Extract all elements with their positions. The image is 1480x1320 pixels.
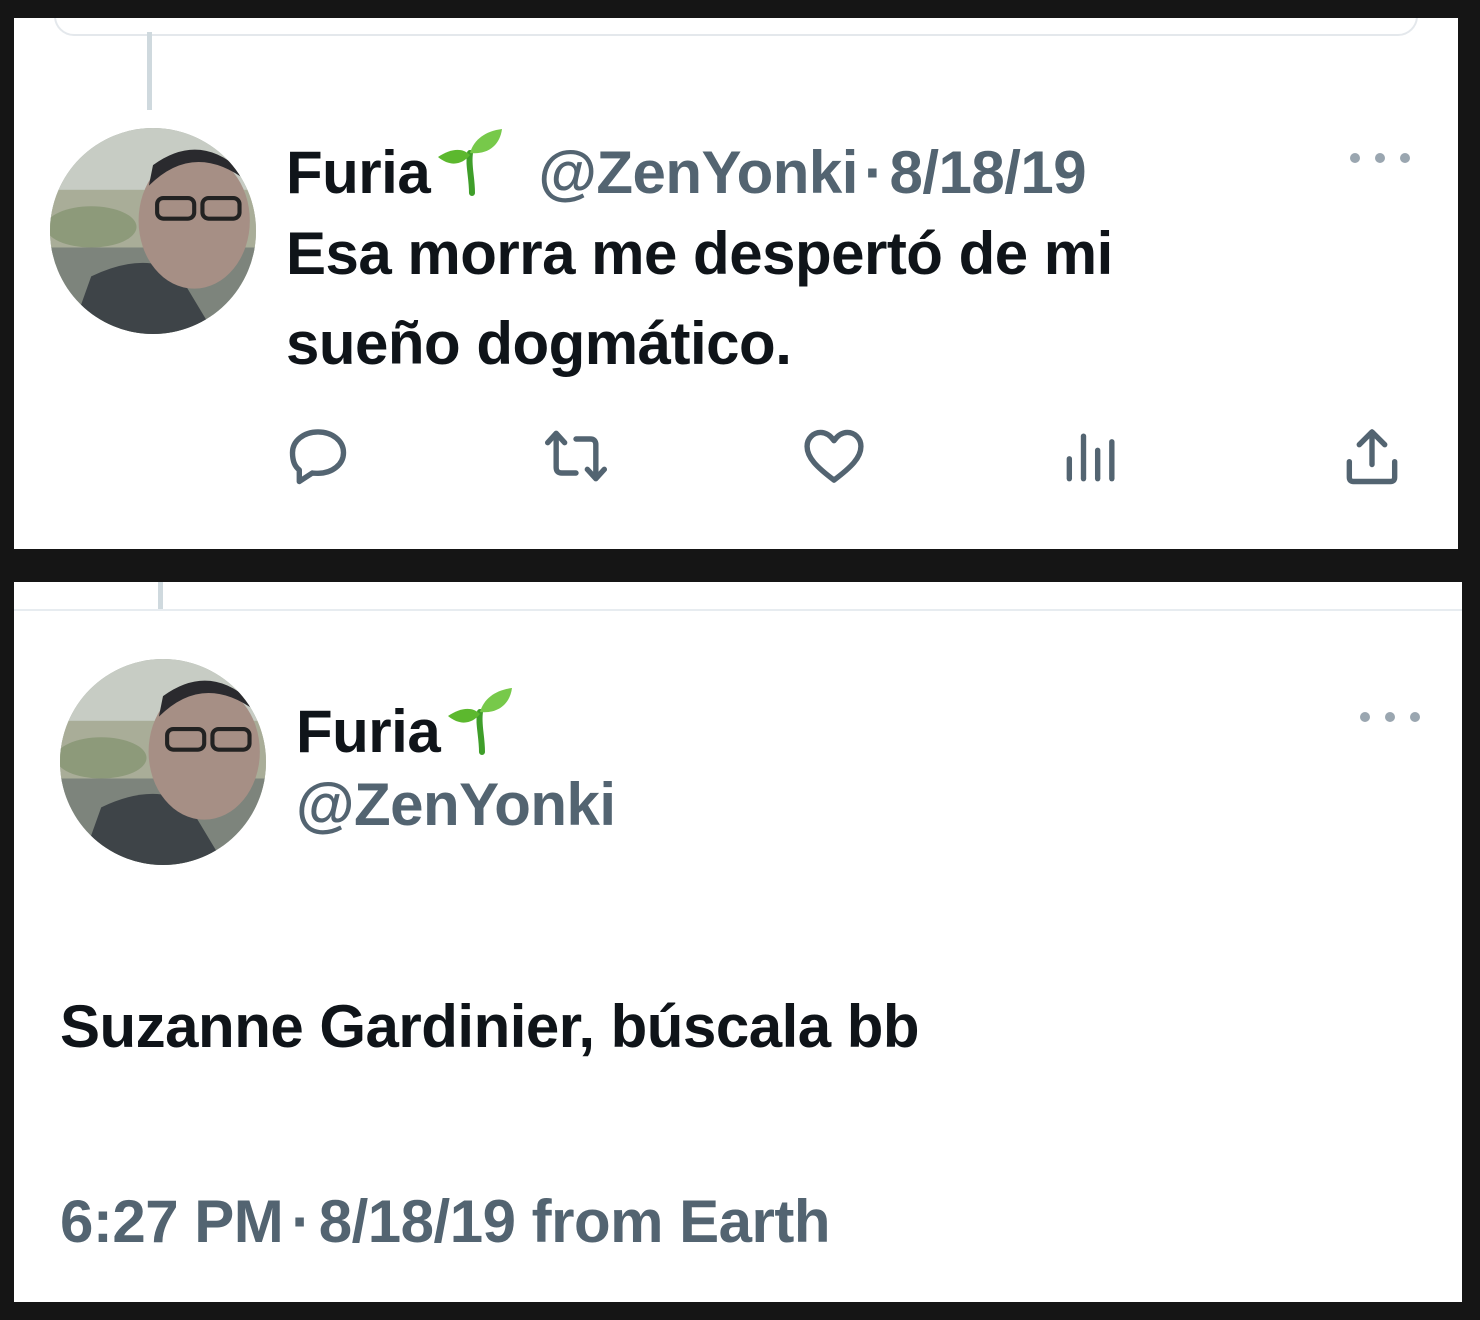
reply-icon[interactable] [284,422,352,490]
views-icon[interactable] [1058,422,1126,490]
retweet-icon[interactable] [540,422,612,490]
tweet-card-detail: Furia @ZenYonki Suzanne Gardinier, búsca… [14,582,1462,1302]
display-name[interactable]: Furia [296,698,441,765]
dot-separator: · [863,139,884,206]
tweet-date[interactable]: 8/18/19 [889,139,1086,206]
avatar[interactable] [60,659,266,865]
thread-connector-line [147,32,152,110]
tweet-card-reply[interactable]: Furia @ZenYonki · 8/18/19 Esa morra me des… [14,18,1458,549]
tweet-time[interactable]: 6:27 PM [60,1188,284,1255]
dot-separator: · [291,1188,311,1255]
tweet-header: Furia @ZenYonki · 8/18/19 [286,125,1087,212]
divider [14,609,1462,611]
share-icon[interactable] [1338,422,1406,490]
like-icon[interactable] [800,422,868,490]
tweet-text-line: Esa morra me despertó de mi [286,220,1113,287]
more-options-icon[interactable] [1350,148,1410,168]
thread-connector-line [158,582,163,610]
seedling-icon [434,125,506,212]
tweet-text: Suzanne Gardinier, búscala bb [60,993,920,1060]
tweet-text: Esa morra me despertó de mi sueño dogmát… [286,209,1113,389]
tweet-date[interactable]: 8/18/19 [319,1188,516,1255]
display-name-row: Furia [296,684,516,771]
tweet-source: from Earth [531,1188,831,1255]
display-name[interactable]: Furia [286,139,431,206]
quoted-card-edge [54,18,1418,36]
handle[interactable]: @ZenYonki [538,139,858,206]
more-options-icon[interactable] [1360,707,1420,727]
avatar[interactable] [50,128,256,334]
seedling-icon [444,684,516,771]
tweet-meta: 6:27 PM · 8/18/19 from Earth [60,1187,830,1257]
handle[interactable]: @ZenYonki [296,770,616,840]
tweet-text-line: sueño dogmático. [286,310,792,377]
